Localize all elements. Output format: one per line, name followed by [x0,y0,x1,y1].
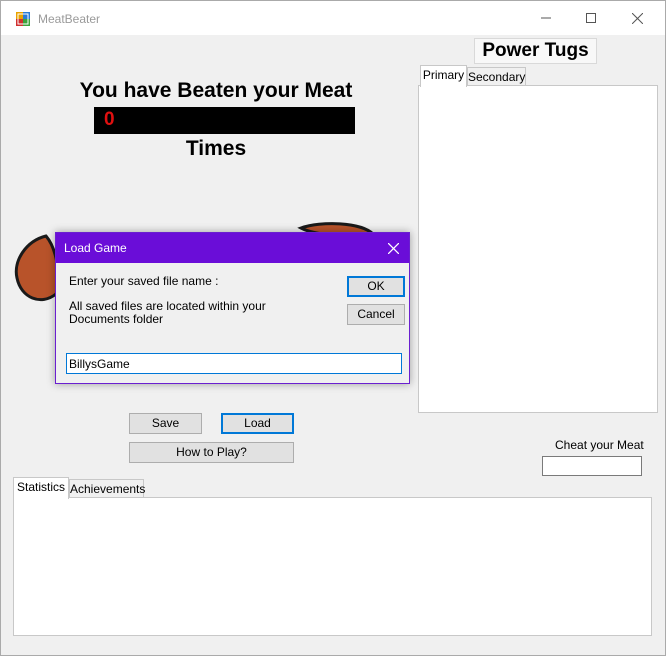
meat-counter-display: 0 [94,107,355,134]
power-tab-panel [418,85,658,413]
close-icon[interactable] [614,3,660,33]
window-title: MeatBeater [38,12,101,26]
tab-primary[interactable]: Primary [420,65,467,87]
how-to-play-button[interactable]: How to Play? [129,442,294,463]
app-icon [16,12,30,26]
meat-counter-value: 0 [104,109,115,130]
dialog-title-bar: Load Game [56,233,409,263]
dialog-close-icon[interactable] [381,238,405,258]
ok-button[interactable]: OK [347,276,405,297]
cheat-input[interactable] [542,456,642,476]
cancel-button[interactable]: Cancel [347,304,405,325]
tab-achievements[interactable]: Achievements [69,479,145,499]
headline: You have Beaten your Meat [79,79,353,102]
times-label: Times [185,137,247,160]
dialog-prompt: Enter your saved file name : [69,274,219,288]
minimize-icon[interactable] [523,3,569,33]
power-tabs: Primary Secondary [418,65,658,413]
tab-statistics[interactable]: Statistics [13,477,69,499]
title-bar: MeatBeater [1,1,665,35]
filename-input[interactable]: BillysGame [66,353,402,374]
power-tugs-label: Power Tugs [474,38,597,64]
tab-secondary[interactable]: Secondary [467,67,526,87]
load-game-dialog: Load Game Enter your saved file name : A… [55,232,410,384]
cheat-label: Cheat your Meat [555,438,644,452]
save-button[interactable]: Save [129,413,202,434]
stats-tabs: Statistics Achievements [13,477,653,637]
dialog-note: All saved files are located within your … [69,299,266,326]
dialog-title: Load Game [64,241,127,255]
load-button[interactable]: Load [221,413,294,434]
stats-tab-panel [13,497,652,636]
maximize-icon[interactable] [568,3,614,33]
